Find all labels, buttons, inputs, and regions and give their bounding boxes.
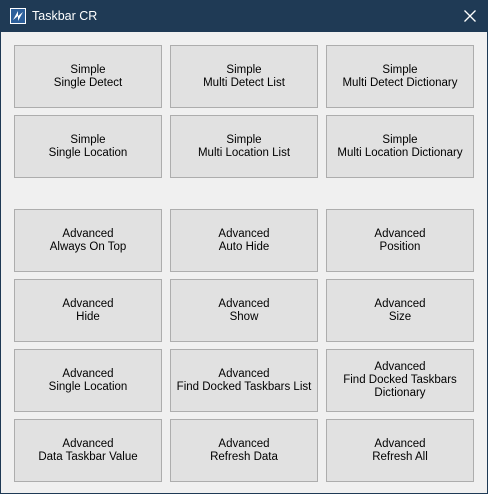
simple-single-detect-button[interactable]: Simple Single Detect (14, 45, 162, 108)
advanced-hide-button[interactable]: Advanced Hide (14, 279, 162, 342)
simple-multi-location-dictionary-button[interactable]: Simple Multi Location Dictionary (326, 115, 474, 178)
advanced-refresh-all-button[interactable]: Advanced Refresh All (326, 419, 474, 482)
window-title: Taskbar CR (32, 9, 98, 23)
button-label: Simple Multi Detect List (203, 63, 285, 89)
advanced-show-button[interactable]: Advanced Show (170, 279, 318, 342)
advanced-auto-hide-button[interactable]: Advanced Auto Hide (170, 209, 318, 272)
button-label: Simple Multi Location List (197, 133, 291, 159)
button-label: Advanced Position (374, 227, 426, 253)
button-label: Simple Multi Location Dictionary (337, 133, 463, 159)
button-label: Advanced Always On Top (49, 227, 127, 253)
button-label: Simple Multi Detect Dictionary (342, 63, 458, 89)
title-bar[interactable]: Taskbar CR (1, 1, 487, 32)
button-label: Simple Single Detect (53, 63, 123, 89)
button-label: Advanced Single Location (48, 367, 128, 393)
simple-multi-detect-dictionary-button[interactable]: Simple Multi Detect Dictionary (326, 45, 474, 108)
app-icon (10, 8, 26, 24)
app-window: Taskbar CR Simple Single Detect Simple Mul… (0, 0, 488, 494)
simple-multi-detect-list-button[interactable]: Simple Multi Detect List (170, 45, 318, 108)
button-label: Advanced Show (218, 297, 270, 323)
advanced-refresh-data-button[interactable]: Advanced Refresh Data (170, 419, 318, 482)
advanced-single-location-button[interactable]: Advanced Single Location (14, 349, 162, 412)
advanced-always-on-top-button[interactable]: Advanced Always On Top (14, 209, 162, 272)
button-panel: Simple Single Detect Simple Multi Detect L… (1, 32, 487, 493)
button-label: Advanced Find Docked Taskbars List (176, 367, 312, 393)
advanced-find-docked-taskbars-dictionary-button[interactable]: Advanced Find Docked Taskbars Dictionary (326, 349, 474, 412)
button-label: Advanced Hide (62, 297, 114, 323)
advanced-find-docked-taskbars-list-button[interactable]: Advanced Find Docked Taskbars List (170, 349, 318, 412)
advanced-size-button[interactable]: Advanced Size (326, 279, 474, 342)
advanced-position-button[interactable]: Advanced Position (326, 209, 474, 272)
button-label: Advanced Data Taskbar Value (38, 437, 138, 463)
simple-single-location-button[interactable]: Simple Single Location (14, 115, 162, 178)
button-label: Simple Single Location (48, 133, 128, 159)
button-label: Advanced Refresh Data (210, 437, 278, 463)
button-label: Advanced Find Docked Taskbars Dictionary (343, 361, 457, 399)
button-label: Advanced Size (374, 297, 426, 323)
close-button[interactable] (453, 1, 487, 32)
simple-multi-location-list-button[interactable]: Simple Multi Location List (170, 115, 318, 178)
button-label: Advanced Auto Hide (218, 227, 270, 253)
close-icon (464, 10, 476, 22)
button-label: Advanced Refresh All (372, 437, 428, 463)
advanced-data-taskbar-value-button[interactable]: Advanced Data Taskbar Value (14, 419, 162, 482)
